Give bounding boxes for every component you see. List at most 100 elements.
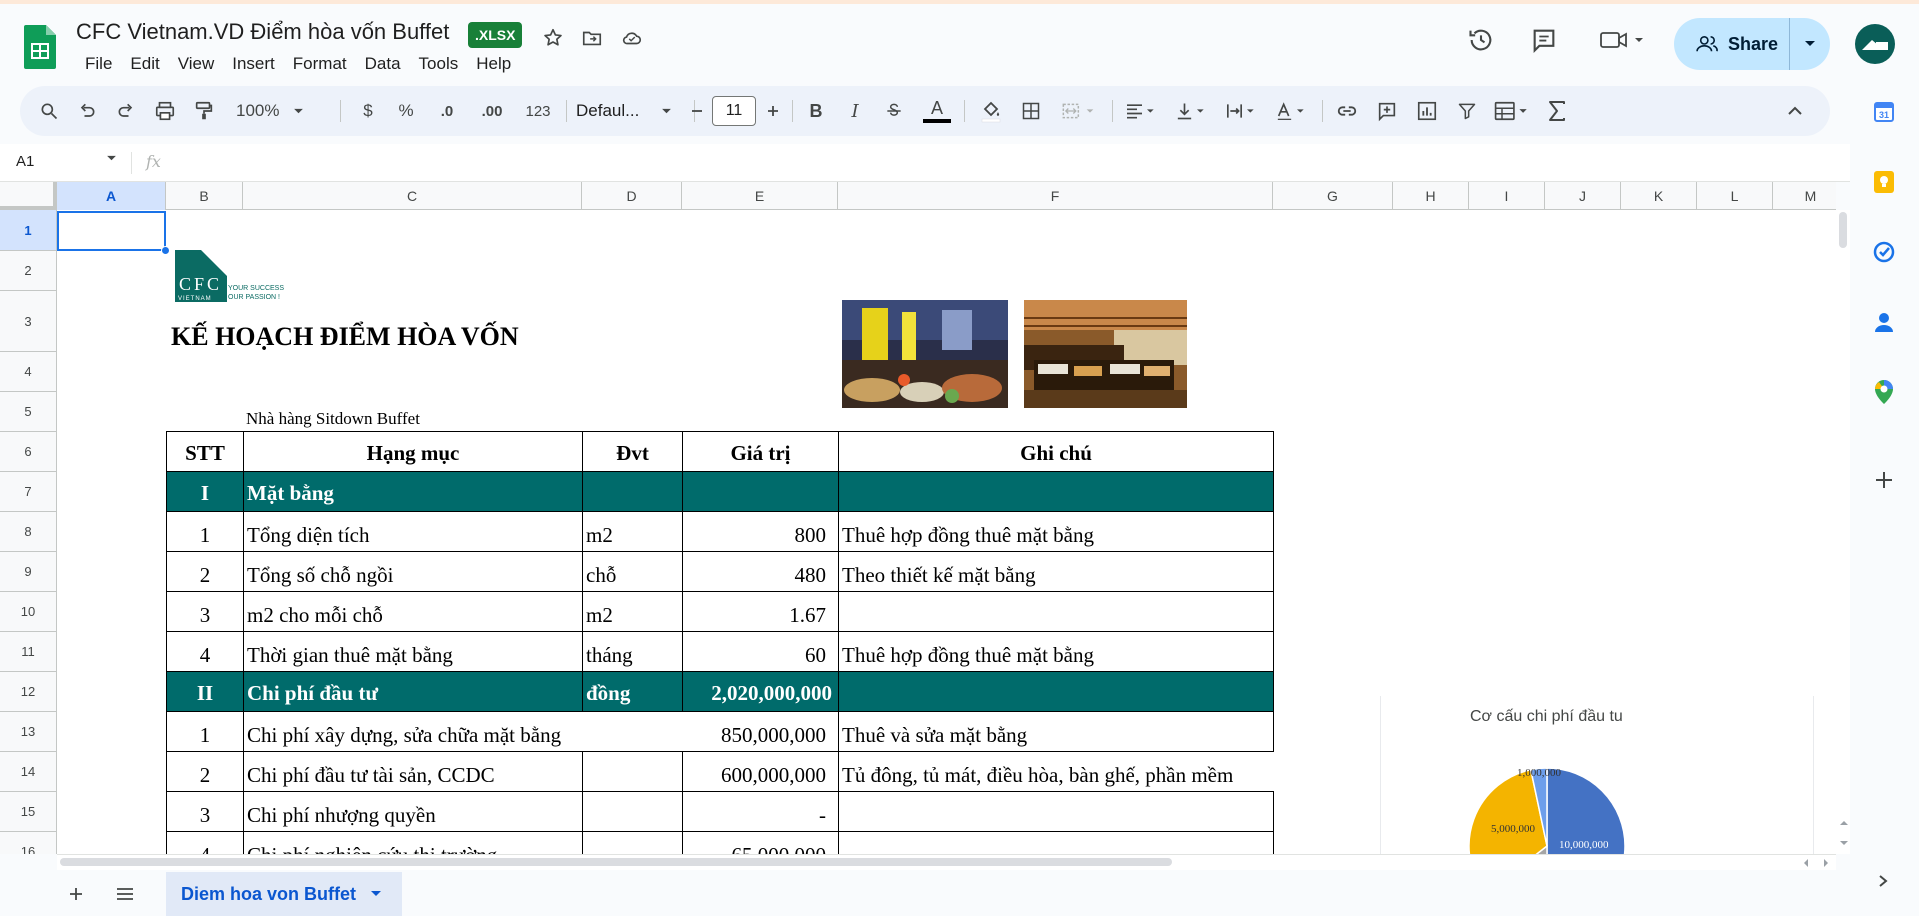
sheets-logo-icon[interactable] bbox=[24, 25, 56, 69]
decrease-font-size-icon[interactable] bbox=[684, 86, 710, 136]
row-header-7[interactable]: 7 bbox=[0, 472, 57, 512]
column-header-b[interactable]: B bbox=[166, 182, 243, 210]
add-sheet-icon[interactable] bbox=[64, 882, 88, 906]
sheet-tab-diem-hoa-von-buffet[interactable]: Diem hoa von Buffet bbox=[166, 872, 402, 916]
column-header-d[interactable]: D bbox=[582, 182, 682, 210]
menu-edit[interactable]: Edit bbox=[121, 52, 168, 76]
menu-format[interactable]: Format bbox=[284, 52, 356, 76]
table-cell[interactable] bbox=[838, 831, 1274, 854]
row-header-4[interactable]: 4 bbox=[0, 352, 57, 392]
zoom-select[interactable]: 100% bbox=[236, 86, 318, 136]
menu-insert[interactable]: Insert bbox=[223, 52, 284, 76]
menu-help[interactable]: Help bbox=[467, 52, 520, 76]
table-cell[interactable] bbox=[582, 751, 683, 792]
row-header-13[interactable]: 13 bbox=[0, 712, 57, 752]
increase-font-size-icon[interactable] bbox=[760, 86, 786, 136]
row-header-15[interactable]: 15 bbox=[0, 792, 57, 832]
filter-views-icon[interactable] bbox=[1490, 86, 1536, 136]
row-header-5[interactable]: 5 bbox=[0, 392, 57, 432]
vertical-scrollbar[interactable] bbox=[1836, 210, 1850, 854]
menu-file[interactable]: File bbox=[76, 52, 121, 76]
row-header-1[interactable]: 1 bbox=[0, 210, 57, 251]
search-menus-icon[interactable] bbox=[34, 86, 64, 136]
insert-link-icon[interactable] bbox=[1332, 86, 1362, 136]
collapse-toolbar-icon[interactable] bbox=[1780, 86, 1810, 136]
functions-icon[interactable] bbox=[1542, 86, 1572, 136]
row-header-3[interactable]: 3 bbox=[0, 291, 57, 352]
selected-cell-a1[interactable] bbox=[57, 211, 166, 251]
column-header-m[interactable]: M bbox=[1773, 182, 1836, 210]
row-header-2[interactable]: 2 bbox=[0, 251, 57, 291]
scroll-down-icon[interactable] bbox=[1838, 836, 1850, 848]
text-color-button[interactable]: A bbox=[920, 86, 954, 136]
name-box[interactable]: A1 bbox=[16, 153, 34, 170]
decrease-decimal-button[interactable]: .0 bbox=[430, 86, 464, 136]
row-header-14[interactable]: 14 bbox=[0, 752, 57, 792]
all-sheets-icon[interactable] bbox=[112, 882, 138, 906]
column-header-l[interactable]: L bbox=[1697, 182, 1773, 210]
document-title[interactable]: CFC Vietnam.VD Điểm hòa vốn Buffet bbox=[76, 19, 449, 45]
redo-icon[interactable] bbox=[111, 86, 141, 136]
horizontal-align-icon[interactable] bbox=[1120, 86, 1164, 136]
filter-icon[interactable] bbox=[1452, 86, 1482, 136]
scroll-right-icon[interactable] bbox=[1820, 856, 1832, 868]
column-header-e[interactable]: E bbox=[682, 182, 838, 210]
cloud-status-icon[interactable] bbox=[618, 24, 646, 52]
column-header-a[interactable]: A bbox=[57, 182, 166, 210]
star-icon[interactable] bbox=[539, 24, 567, 52]
row-header-6[interactable]: 6 bbox=[0, 432, 57, 472]
font-size-input[interactable]: 11 bbox=[712, 96, 756, 126]
meet-icon[interactable] bbox=[1597, 26, 1647, 54]
column-header-h[interactable]: H bbox=[1393, 182, 1469, 210]
italic-button[interactable]: I bbox=[841, 86, 869, 136]
menu-tools[interactable]: Tools bbox=[410, 52, 468, 76]
move-folder-icon[interactable] bbox=[578, 24, 606, 52]
text-wrapping-icon[interactable] bbox=[1220, 86, 1264, 136]
sheet-title[interactable]: KẾ HOẠCH ĐIỂM HÒA VỐN bbox=[171, 322, 519, 352]
row-header-8[interactable]: 8 bbox=[0, 512, 57, 552]
tasks-icon[interactable] bbox=[1870, 238, 1898, 266]
version-history-icon[interactable] bbox=[1467, 26, 1495, 54]
row-header-11[interactable]: 11 bbox=[0, 632, 57, 672]
add-addon-icon[interactable] bbox=[1872, 468, 1896, 492]
restaurant-subtitle[interactable]: Nhà hàng Sitdown Buffet bbox=[246, 409, 420, 429]
scroll-up-icon[interactable] bbox=[1838, 816, 1850, 828]
comments-icon[interactable] bbox=[1530, 26, 1558, 54]
strikethrough-icon[interactable] bbox=[880, 86, 908, 136]
select-all-corner[interactable] bbox=[0, 182, 57, 210]
vertical-align-icon[interactable] bbox=[1170, 86, 1214, 136]
restaurant-photo-1[interactable] bbox=[842, 300, 1008, 408]
contacts-icon[interactable] bbox=[1870, 308, 1898, 336]
row-header-10[interactable]: 10 bbox=[0, 592, 57, 632]
text-rotation-icon[interactable] bbox=[1270, 86, 1314, 136]
expand-side-panel-icon[interactable] bbox=[1876, 874, 1892, 890]
font-family-select[interactable]: Defaul... bbox=[576, 86, 686, 136]
row-header-9[interactable]: 9 bbox=[0, 552, 57, 592]
scroll-left-icon[interactable] bbox=[1800, 856, 1812, 868]
column-header-f[interactable]: F bbox=[838, 182, 1273, 210]
row-header-16[interactable]: 16 bbox=[0, 832, 57, 854]
table-cell[interactable] bbox=[838, 591, 1274, 632]
table-cell[interactable] bbox=[582, 791, 683, 832]
fill-handle[interactable] bbox=[161, 246, 170, 255]
share-button[interactable]: Share bbox=[1674, 18, 1830, 70]
insert-comment-icon[interactable] bbox=[1372, 86, 1402, 136]
insert-chart-icon[interactable] bbox=[1412, 86, 1442, 136]
print-icon[interactable] bbox=[150, 86, 180, 136]
column-header-j[interactable]: J bbox=[1545, 182, 1621, 210]
account-avatar[interactable] bbox=[1855, 24, 1895, 64]
more-formats-button[interactable]: 123 bbox=[520, 86, 556, 136]
maps-icon[interactable] bbox=[1870, 378, 1898, 406]
paint-format-icon[interactable] bbox=[189, 86, 219, 136]
currency-format-button[interactable]: $ bbox=[354, 86, 382, 136]
merge-cells-icon[interactable] bbox=[1056, 86, 1104, 136]
chevron-down-icon[interactable] bbox=[106, 155, 117, 162]
column-header-g[interactable]: G bbox=[1273, 182, 1393, 210]
share-dropdown-icon[interactable] bbox=[1790, 18, 1830, 70]
table-cell[interactable] bbox=[582, 831, 683, 854]
fill-color-icon[interactable] bbox=[974, 86, 1008, 136]
column-header-k[interactable]: K bbox=[1621, 182, 1697, 210]
table-cell[interactable] bbox=[838, 791, 1274, 832]
menu-view[interactable]: View bbox=[169, 52, 224, 76]
row-header-12[interactable]: 12 bbox=[0, 672, 57, 712]
